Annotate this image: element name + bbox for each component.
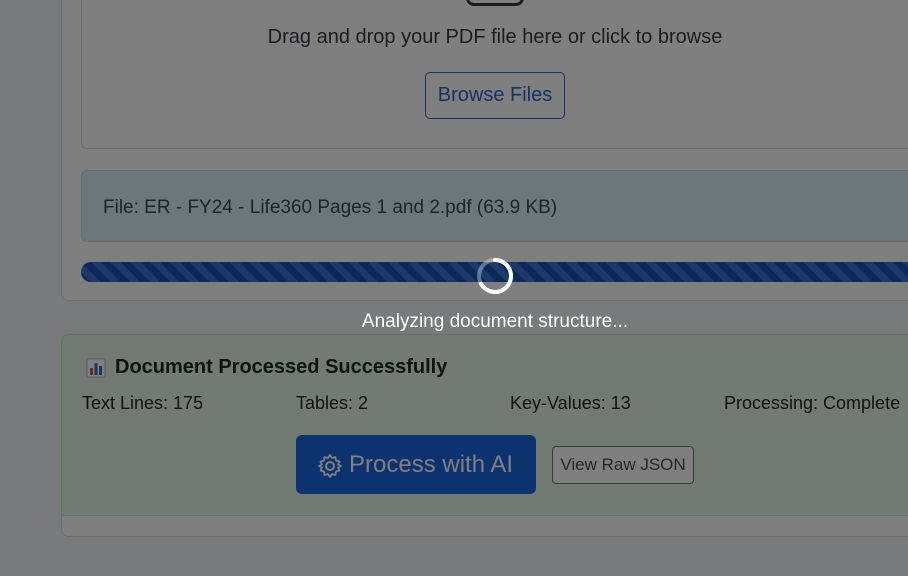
loading-status-text: Analyzing document structure... [361,311,629,332]
loading-overlay [0,0,908,576]
loading-spinner-icon [477,258,514,294]
